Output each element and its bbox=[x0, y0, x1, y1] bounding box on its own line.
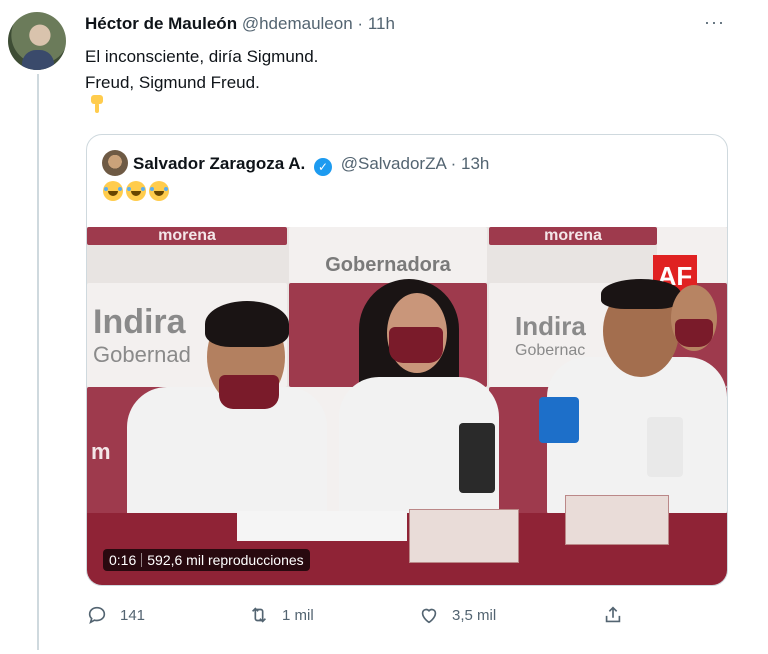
more-options-icon[interactable]: ··· bbox=[704, 12, 725, 33]
papers-on-table bbox=[237, 511, 407, 541]
banner-indira-2-title: Indira bbox=[515, 310, 586, 341]
banner-gobernadora-1: Gobernadora bbox=[289, 227, 487, 283]
microphone-3 bbox=[647, 417, 683, 477]
retweet-count: 1 mil bbox=[282, 606, 314, 624]
author-name[interactable]: Héctor de Mauleón bbox=[85, 14, 237, 33]
retweet-button[interactable]: 1 mil bbox=[248, 604, 314, 626]
video-player[interactable]: morena Gobernadora morena Indira Goberna… bbox=[87, 227, 727, 585]
tears-of-joy-icon bbox=[103, 181, 123, 201]
banner-indira-1-title: Indira bbox=[93, 302, 186, 341]
like-button[interactable]: 3,5 mil bbox=[418, 604, 496, 626]
verified-badge-icon: ✓ bbox=[314, 158, 332, 176]
retweet-icon bbox=[251, 607, 267, 623]
person-left-hair bbox=[205, 301, 289, 347]
reply-count: 141 bbox=[120, 606, 146, 624]
tweet-text-line1: El inconsciente, diría Sigmund. bbox=[85, 47, 319, 66]
timecode-divider bbox=[141, 553, 143, 567]
person-back-mask bbox=[675, 319, 713, 347]
quoted-author-name[interactable]: Salvador Zaragoza A. bbox=[133, 154, 305, 173]
quoted-emojis bbox=[103, 181, 169, 201]
like-count: 3,5 mil bbox=[452, 606, 497, 624]
banner-morena-1: morena bbox=[87, 227, 287, 245]
tweet-time[interactable]: 11h bbox=[368, 14, 395, 33]
tears-of-joy-icon bbox=[149, 181, 169, 201]
quoted-tweet-card[interactable]: Salvador Zaragoza A. ✓ @SalvadorZA · 13h… bbox=[86, 134, 728, 586]
separator-dot: · bbox=[357, 14, 364, 33]
tweet-text-line2: Freud, Sigmund Freud. bbox=[85, 73, 260, 92]
person-left-mask bbox=[219, 375, 279, 409]
share-icon bbox=[605, 606, 621, 623]
author-handle[interactable]: @hdemauleon bbox=[242, 14, 353, 33]
tweet-actions: 141 1 mil 3,5 mil bbox=[0, 604, 768, 632]
quoted-author-avatar[interactable] bbox=[102, 150, 128, 176]
microphone-2 bbox=[539, 397, 579, 443]
nameplate-2 bbox=[565, 495, 669, 545]
quoted-separator-dot: · bbox=[450, 154, 457, 173]
quoted-author-handle[interactable]: @SalvadorZA bbox=[341, 154, 446, 173]
person-center-mask bbox=[389, 327, 443, 363]
video-duration: 0:16 bbox=[109, 552, 137, 568]
quoted-tweet-header: Salvador Zaragoza A. ✓ @SalvadorZA · 13h bbox=[133, 154, 489, 176]
person-right-hair bbox=[601, 279, 681, 309]
reply-icon bbox=[88, 606, 106, 625]
nameplate-1 bbox=[409, 509, 519, 563]
share-button[interactable] bbox=[602, 604, 624, 626]
tweet-header: Héctor de Mauleón @hdemauleon · 11h bbox=[85, 14, 395, 34]
author-avatar[interactable] bbox=[8, 12, 66, 70]
heart-icon bbox=[421, 608, 437, 624]
reply-button[interactable]: 141 bbox=[86, 604, 145, 626]
banner-morena-2: morena bbox=[489, 227, 657, 245]
banner-indira-2-sub: Gobernac bbox=[515, 341, 586, 359]
thread-line bbox=[37, 74, 39, 650]
microphone-1 bbox=[459, 423, 495, 493]
tears-of-joy-icon bbox=[126, 181, 146, 201]
pointing-down-hand-icon bbox=[91, 95, 103, 113]
banner-indira-1-sub: Gobernad bbox=[93, 341, 191, 367]
video-timecode: 0:16 592,6 mil reproducciones bbox=[103, 549, 310, 571]
video-views: 592,6 mil reproducciones bbox=[147, 552, 304, 568]
avatar-shirt bbox=[22, 50, 54, 70]
quoted-tweet-time[interactable]: 13h bbox=[461, 154, 489, 173]
